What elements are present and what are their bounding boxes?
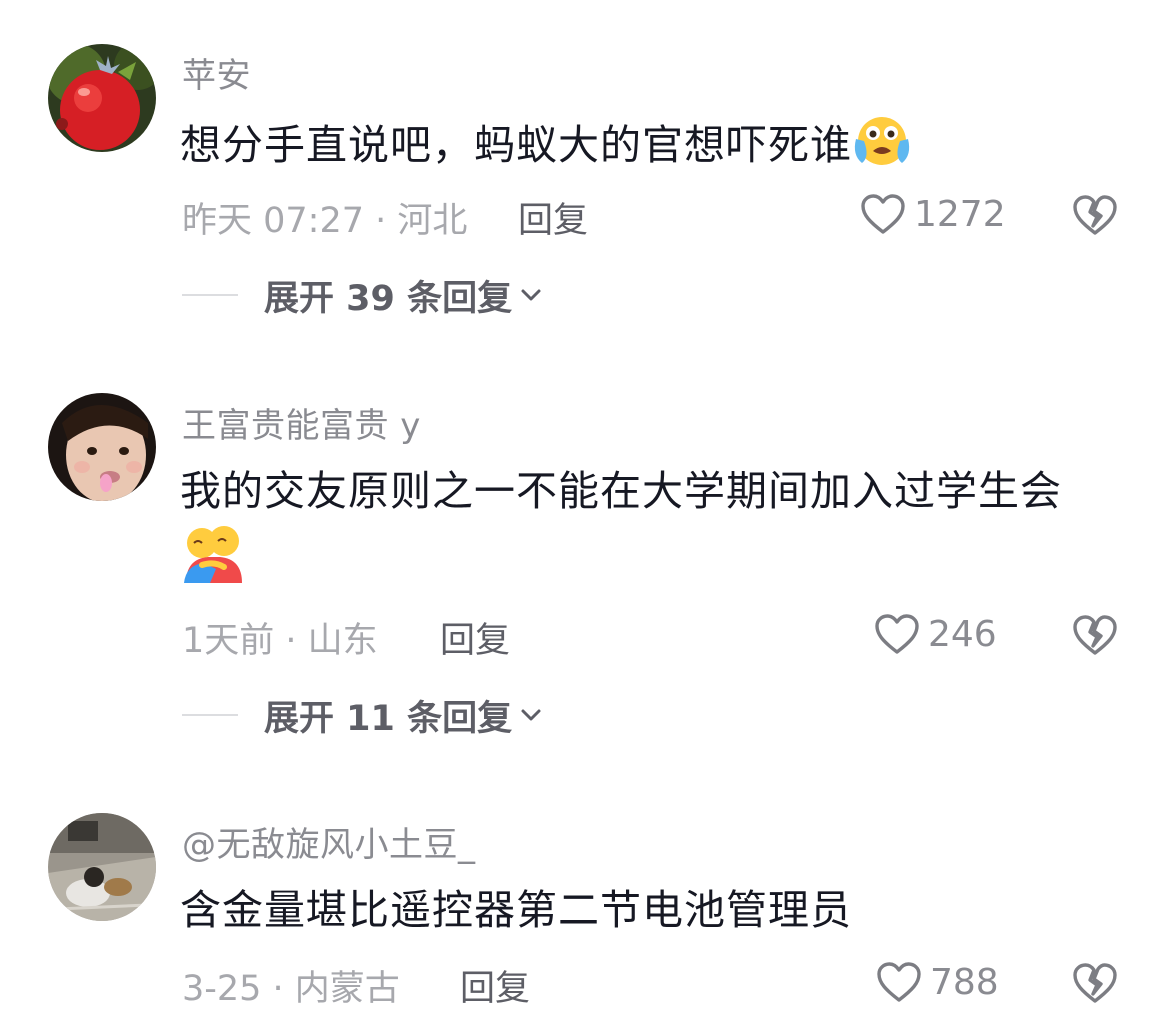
dislike-button[interactable] [1072,192,1118,238]
broken-heart-icon [1073,195,1117,235]
comment-time-location: 昨天 07:27 · 河北 [182,201,468,241]
like-button[interactable]: 788 [876,957,999,1007]
comment-time-location: 1天前 · 山东 [182,621,378,661]
avatar[interactable] [48,44,156,152]
divider-line [182,714,238,716]
username[interactable]: 苹安 [182,48,251,97]
chevron-down-icon [521,709,541,721]
comment-text: 我的交友原则之一不能在大学期间加入过学生会 [180,459,1120,603]
hugging-people-emoji [180,523,246,603]
like-count: 1272 [914,193,1006,235]
like-count: 246 [928,613,997,655]
avatar[interactable] [48,393,156,501]
dislike-button[interactable] [1072,612,1118,658]
comment-text-content: 含金量堪比遥控器第二节电池管理员 [180,886,852,934]
heart-outline-icon [875,614,919,654]
reply-button[interactable]: 回复 [518,192,588,243]
expand-replies-label: 展开 11 条回复 [264,698,513,739]
comment-text-content: 想分手直说吧，蚂蚁大的官想吓死谁 [180,121,852,169]
reply-button[interactable]: 回复 [440,612,510,663]
heart-outline-icon [877,962,921,1002]
comment-text: 含金量堪比遥控器第二节电池管理员 [180,878,1120,942]
like-button[interactable]: 1272 [860,189,1006,239]
divider-line [182,294,238,296]
avatar[interactable] [48,813,156,921]
dislike-button[interactable] [1072,960,1118,1006]
like-button[interactable]: 246 [874,609,997,659]
crying-laughing-emoji [852,111,912,185]
username[interactable]: @无敌旋风小土豆_ [182,817,476,866]
expand-replies-button[interactable]: 展开 11 条回复 [182,693,542,739]
expand-replies-label: 展开 39 条回复 [264,278,513,319]
username[interactable]: 王富贵能富贵 y [182,398,421,447]
chevron-down-icon [521,289,541,301]
comment-text: 想分手直说吧，蚂蚁大的官想吓死谁 [180,111,1120,185]
heart-outline-icon [861,194,905,234]
comment-text-content: 我的交友原则之一不能在大学期间加入过学生会 [180,467,1062,515]
like-count: 788 [930,961,999,1003]
broken-heart-icon [1073,963,1117,1003]
expand-replies-button[interactable]: 展开 39 条回复 [182,273,542,319]
reply-button[interactable]: 回复 [460,960,530,1011]
broken-heart-icon [1073,615,1117,655]
comment-time-location: 3-25 · 内蒙古 [182,969,400,1009]
